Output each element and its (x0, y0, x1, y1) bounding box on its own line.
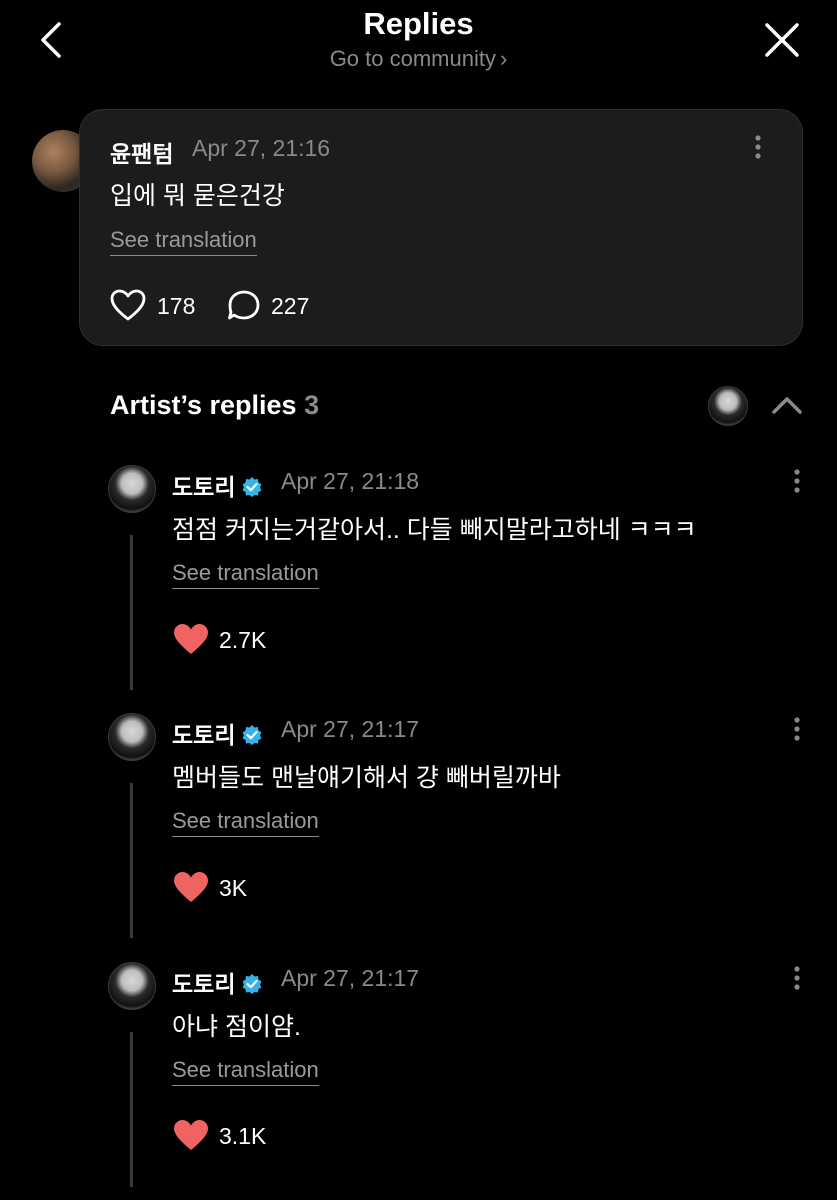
see-translation-link[interactable]: See translation (172, 560, 319, 589)
like-button[interactable] (110, 288, 146, 324)
reply-like-count: 3K (219, 875, 248, 901)
heart-filled-icon (174, 624, 208, 654)
artist-avatar-small (708, 386, 748, 426)
collapse-replies-button[interactable] (770, 392, 804, 418)
reply-text: 아냐 점이얌. (172, 1013, 301, 1041)
comment-time: Apr 27, 21:16 (192, 135, 331, 161)
reply-author-name: 도토리 (172, 971, 236, 997)
more-vertical-icon (755, 135, 761, 159)
thread-line (130, 1032, 133, 1187)
comment-reply-count: 227 (271, 293, 310, 319)
reply-like-count: 3.1K (219, 1123, 267, 1149)
reply-avatar[interactable] (108, 962, 156, 1010)
comment-more-button[interactable] (754, 134, 762, 165)
page-title: Replies (363, 6, 474, 41)
reply-text: 점점 커지는거같아서.. 다들 빼지말라고하네 ㅋㅋㅋ (172, 516, 697, 544)
like-button[interactable] (172, 1118, 210, 1154)
go-to-community-link[interactable]: Go to community › (0, 46, 837, 72)
reply-time: Apr 27, 21:17 (281, 965, 420, 991)
verified-badge-icon (242, 477, 262, 497)
see-translation-link[interactable]: See translation (110, 227, 257, 256)
reply-time: Apr 27, 21:18 (281, 468, 420, 494)
reply-author[interactable]: 도토리 (172, 468, 263, 502)
artist-replies-count: 3 (304, 390, 320, 420)
reply-text: 멤버들도 맨날얘기해서 걍 빼버릴까바 (172, 764, 561, 792)
reply-avatar[interactable] (108, 713, 156, 761)
reply-avatar[interactable] (108, 465, 156, 513)
go-to-community-label: Go to community (329, 46, 496, 71)
thread-line (130, 783, 133, 938)
heart-filled-icon (174, 872, 208, 902)
reply-author-name: 도토리 (172, 474, 236, 500)
reply-time: Apr 27, 21:17 (281, 716, 420, 742)
thread-line (130, 535, 133, 690)
reply-author[interactable]: 도토리 (172, 965, 263, 999)
comment-text: 입에 뭐 묻은건강 (110, 182, 285, 210)
reply-more-button[interactable] (793, 716, 801, 747)
reply-like-count: 2.7K (219, 627, 267, 653)
see-translation-link[interactable]: See translation (172, 808, 319, 837)
reply-author-name: 도토리 (172, 722, 236, 748)
reply-author[interactable]: 도토리 (172, 716, 263, 750)
comment-author[interactable]: 윤팬텀 (110, 135, 173, 169)
like-button[interactable] (172, 870, 210, 906)
close-button[interactable] (758, 16, 806, 64)
more-vertical-icon (794, 469, 800, 493)
verified-badge-icon (242, 725, 262, 745)
heart-outline-icon (110, 289, 146, 321)
artist-replies-heading: Artist’s replies 3 (110, 390, 319, 421)
artist-replies-label: Artist’s replies (110, 390, 297, 420)
more-vertical-icon (794, 966, 800, 990)
more-vertical-icon (794, 717, 800, 741)
chevron-right-icon: › (499, 46, 508, 71)
reply-button[interactable] (226, 288, 262, 324)
verified-badge-icon (242, 974, 262, 994)
comment-like-count: 178 (157, 293, 196, 319)
speech-bubble-icon (228, 290, 260, 320)
see-translation-link[interactable]: See translation (172, 1057, 319, 1086)
reply-more-button[interactable] (793, 965, 801, 996)
chevron-up-icon (772, 397, 802, 414)
like-button[interactable] (172, 622, 210, 658)
close-icon (765, 23, 799, 57)
heart-filled-icon (174, 1120, 208, 1150)
reply-more-button[interactable] (793, 468, 801, 499)
